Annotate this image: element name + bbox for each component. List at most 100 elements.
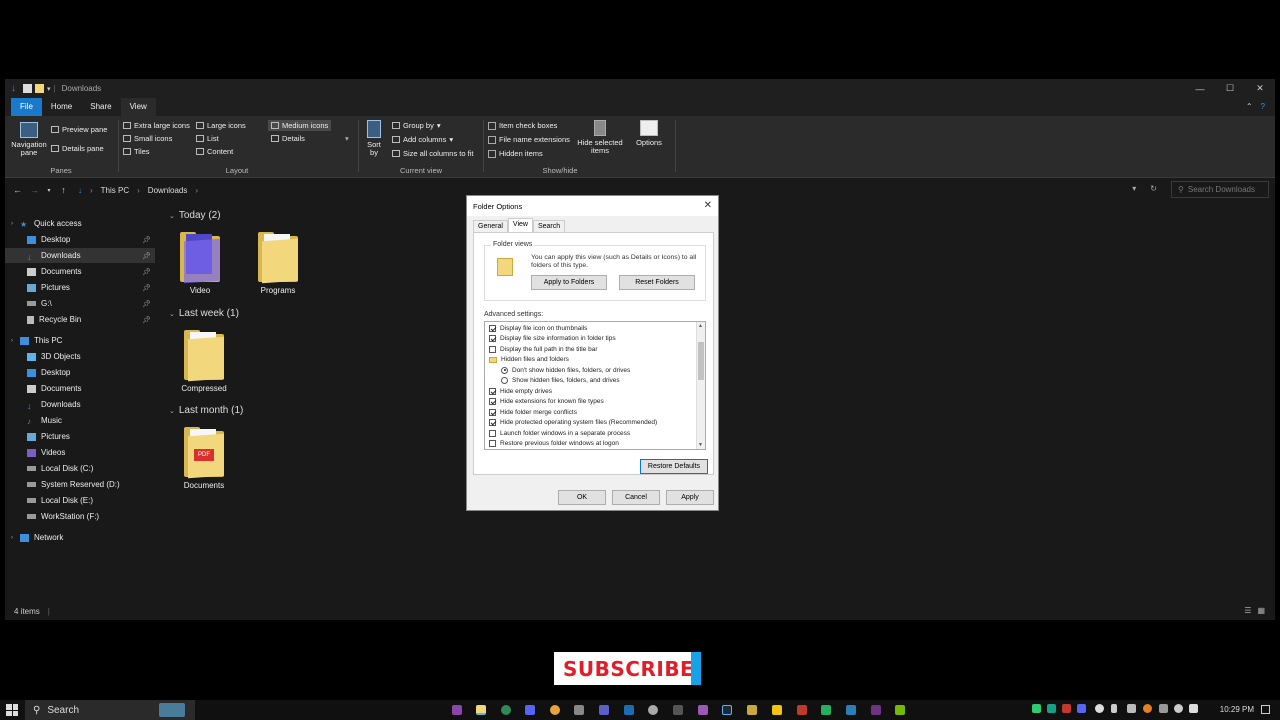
maximize-button[interactable]: ☐ [1215,79,1245,98]
teams-icon[interactable] [599,705,609,715]
checkbox[interactable] [489,408,496,416]
tray-icon[interactable] [1032,704,1041,713]
tray-icon[interactable] [1077,704,1086,713]
expand-chevron-icon[interactable]: › [11,535,20,541]
sidebar-item-downloads[interactable]: ↓ Downloads 📌︎ [5,248,155,263]
notification-icon[interactable] [1261,705,1270,714]
nvidia-icon[interactable] [895,705,905,715]
tray-icon[interactable] [1159,704,1168,713]
navigation-pane-button[interactable]: Navigation pane [9,122,49,157]
forward-arrow-icon[interactable]: → [26,185,43,195]
file-item-documents[interactable]: PDF Documents [173,425,235,490]
tab-home[interactable]: Home [42,98,81,116]
tray-icon[interactable] [1143,704,1152,713]
sidebar-item-music[interactable]: ♪ Music [5,413,155,428]
chrome-icon[interactable] [550,705,560,715]
app-icon[interactable] [871,705,881,715]
size-all-columns-button[interactable]: Size all columns to fit [392,149,473,158]
app-icon[interactable] [747,705,757,715]
hide-selected-items-button[interactable]: Hide selected items [575,120,625,155]
sidebar-item-documents[interactable]: Documents 📌︎ [5,264,155,279]
app-icon[interactable] [772,705,782,715]
volume-icon[interactable] [1189,704,1198,713]
sort-by-button[interactable]: Sort by [363,120,385,157]
windows-start-icon[interactable] [6,704,18,716]
tray-icon[interactable] [1095,704,1104,713]
large-icons-view-icon[interactable]: ▦ [1257,606,1265,615]
close-button[interactable]: ✕ [1245,79,1275,98]
list-item[interactable]: Display file icon on thumbnails [489,323,587,334]
sidebar-item-system-reserved-d[interactable]: System Reserved (D:) [5,477,155,492]
sidebar-item-workstation-f[interactable]: WorkStation (F:) [5,509,155,524]
discord-icon[interactable] [525,705,535,715]
preview-pane-button[interactable]: Preview pane [51,125,107,134]
layout-more-icon[interactable]: ▾ [345,134,349,143]
steam-icon[interactable] [722,705,732,715]
add-columns-button[interactable]: Add columns ▾ [392,135,453,144]
file-item-video[interactable]: Video [169,230,231,295]
sidebar-item-pictures[interactable]: Pictures [5,429,155,444]
scrollbar-thumb[interactable] [698,342,704,380]
sidebar-item-pictures[interactable]: Pictures 📌︎ [5,280,155,295]
search-box[interactable]: ⚲ Search Downloads [1171,181,1269,198]
scroll-up-icon[interactable]: ▲ [698,323,703,329]
globe-icon[interactable] [1174,704,1183,713]
layout-small-icons[interactable]: Small icons [123,134,172,143]
apply-to-folders-button[interactable]: Apply to Folders [531,275,607,290]
breadcrumb-downloads[interactable]: Downloads [148,186,188,195]
group-by-button[interactable]: Group by ▾ [392,121,441,130]
sidebar-item-3d-objects[interactable]: 3D Objects [5,349,155,364]
expand-chevron-icon[interactable]: › [11,338,20,344]
address-dropdown-icon[interactable]: ▾ [1132,184,1136,193]
list-item[interactable]: Hide extensions for known file types [489,397,604,408]
checkbox[interactable] [489,440,496,448]
sidebar-quick-access[interactable]: › ★ Quick access [5,216,155,231]
expand-chevron-icon[interactable]: › [11,221,20,227]
obs-icon[interactable] [648,705,658,715]
app-icon[interactable] [797,705,807,715]
layout-details[interactable]: Details [271,134,305,143]
layout-extra-large-icons[interactable]: Extra large icons [123,121,190,130]
list-item[interactable]: Launch folder windows in a separate proc… [489,428,630,439]
edge-icon[interactable] [501,705,511,715]
app-icon[interactable] [673,705,683,715]
sidebar-item-documents[interactable]: Documents [5,381,155,396]
list-item[interactable]: Restore previous folder windows at logon [489,439,619,450]
sidebar-item-downloads[interactable]: ↓ Downloads [5,397,155,412]
sidebar-item-desktop[interactable]: Desktop [5,365,155,380]
group-header-today[interactable]: ⌄ Today (2) [169,210,221,221]
sidebar-item-recycle-bin[interactable]: Recycle Bin 📌︎ [5,312,155,327]
list-item[interactable]: Show hidden files, folders, and drives [501,376,620,387]
new-folder-icon[interactable] [35,84,44,93]
breadcrumb-this-pc[interactable]: This PC [101,186,129,195]
scroll-down-icon[interactable]: ▼ [698,442,703,448]
details-view-icon[interactable]: ☰ [1244,606,1251,615]
tray-icon[interactable] [1047,704,1056,713]
file-item-programs[interactable]: Programs [247,230,309,295]
customize-toolbar-icon[interactable]: ▾ [47,85,51,93]
group-header-last-week[interactable]: ⌄ Last week (1) [169,308,239,319]
app-icon[interactable] [452,705,462,715]
checkbox[interactable] [489,429,496,437]
recent-locations-icon[interactable]: ▾ [43,187,55,194]
file-name-extensions-checkbox[interactable] [488,135,496,144]
file-item-compressed[interactable]: Compressed [173,328,235,393]
list-item[interactable]: Don't show hidden files, folders, or dri… [501,365,630,376]
checkbox[interactable] [489,345,496,353]
scrollbar[interactable]: ▲ ▼ [696,322,705,449]
sidebar-item-local-disk-e[interactable]: Local Disk (E:) [5,493,155,508]
collapse-ribbon-icon[interactable]: ⌃ [1246,102,1253,111]
tab-file[interactable]: File [11,98,42,116]
sidebar-item-desktop[interactable]: Desktop 📌︎ [5,232,155,247]
up-arrow-icon[interactable]: ↑ [55,185,72,195]
radio[interactable] [501,377,508,385]
list-item[interactable]: Hide folder merge conflicts [489,407,577,418]
subscribe-badge[interactable]: SUBSCRIBE [554,652,701,685]
list-item[interactable]: Hide empty drives [489,386,552,397]
list-item[interactable]: Display file size information in folder … [489,334,616,345]
hidden-items-checkbox[interactable] [488,149,496,158]
details-pane-button[interactable]: Details pane [51,144,104,153]
taskbar-search[interactable]: ⚲ Search [25,700,195,720]
checkbox[interactable] [489,387,496,395]
tray-icon[interactable] [1062,704,1071,713]
